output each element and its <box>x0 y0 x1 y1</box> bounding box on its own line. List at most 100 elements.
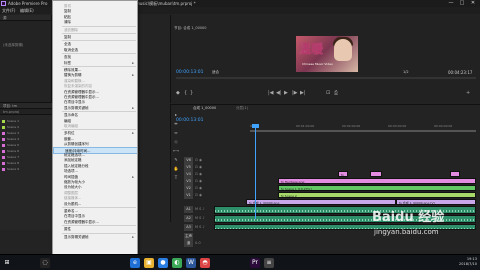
track-toggle-icons[interactable]: ⊡ ◉ <box>195 179 202 183</box>
transport-control-icon[interactable]: |◀ <box>268 90 274 96</box>
work-area-bar[interactable] <box>250 131 476 132</box>
transport-control-icon[interactable]: ◆ <box>176 90 180 96</box>
bin-item[interactable]: Scene 1 <box>2 119 50 124</box>
transport-control-icon[interactable]: ▶| <box>300 90 306 96</box>
transport-control-icon[interactable]: + <box>466 90 470 96</box>
track-toggle-icons[interactable]: M S ♪ <box>195 216 205 220</box>
timeline-tool-icon[interactable]: ⇹ <box>173 121 179 127</box>
bin-item[interactable]: Scene 5 <box>2 143 50 148</box>
program-scrub-bar[interactable] <box>176 77 476 79</box>
track-header[interactable]: V4 ⊡ ◉ <box>184 171 276 178</box>
track-toggle-icons[interactable]: M S ♪ <box>195 225 205 229</box>
fit-dropdown[interactable]: 适合 <box>212 70 219 75</box>
transport-control-icon[interactable]: ▶ <box>284 90 288 96</box>
menu-item-label: 渲染和替换... <box>64 78 85 83</box>
minimize-button[interactable]: — <box>446 0 456 7</box>
taskbar-app-icon[interactable]: W <box>186 258 196 268</box>
menu-item-label: 显示命名 <box>64 113 78 118</box>
program-monitor-tab[interactable]: 节目: 合成 1_00000 <box>174 26 207 31</box>
taskbar-app-icon[interactable]: ◐ <box>172 258 182 268</box>
taskbar-app-icon[interactable]: ◌ <box>40 258 50 268</box>
track-header[interactable]: A2 M S ♪ <box>184 215 214 222</box>
taskbar-app-icon[interactable]: ● <box>158 258 168 268</box>
timeline-tab-secondary[interactable]: 分层(1) <box>236 106 248 111</box>
track-header[interactable]: A3 M S ♪ <box>184 224 214 231</box>
taskbar-clock[interactable]: 19:13 2018/7/10 <box>441 257 477 267</box>
transport-control-icon[interactable]: ⎙ <box>334 90 338 96</box>
bin-item[interactable]: Scene 8 <box>2 161 50 166</box>
transport-control-icon[interactable]: |▶ <box>292 90 298 96</box>
menu-item-label: 设为帧大小 <box>64 185 82 190</box>
clip-v5-b[interactable] <box>370 171 382 177</box>
clip-v1-b[interactable]: fx 合成 1_00000.png [V] <box>396 199 476 205</box>
transport-control-icon[interactable]: { <box>184 90 187 96</box>
taskbar-app-icon[interactable]: ◓ <box>200 258 210 268</box>
track-toggle-icons[interactable]: ⊡ ◉ <box>195 165 202 169</box>
track-toggle-icons[interactable]: ⊡ ◉ <box>195 186 202 190</box>
timeline-tool-icon[interactable]: ✎ <box>173 157 179 163</box>
track-toggle-icons[interactable]: ⊡ ◉ <box>195 158 202 162</box>
menu-item-label: 编组 <box>64 118 71 123</box>
menu-item-label: 帧定格选项... <box>64 153 85 157</box>
menu-edit[interactable]: 编辑(E) <box>20 7 34 14</box>
timeline-tool-icon[interactable]: ⇔ <box>173 130 179 136</box>
timeline-tool-icon[interactable]: ◇ <box>173 139 179 145</box>
track-header[interactable]: V1 ⊡ ◉ <box>184 192 276 199</box>
track-header[interactable]: A1 M S ♪ <box>184 206 214 213</box>
track-header[interactable]: V2 ⊡ ◉ <box>184 185 276 192</box>
source-tab[interactable]: 源 <box>0 15 51 21</box>
menu-item-label: 缩放为帧大小 <box>64 180 85 184</box>
timeline-tool-icon[interactable]: ▸ <box>173 112 179 118</box>
timeline-tool-icon[interactable]: T <box>173 175 179 181</box>
project-search-field[interactable]: tm.prproj <box>0 109 52 115</box>
clip-v2[interactable]: fx Scene 2 <box>278 192 476 198</box>
program-timecode[interactable]: 00:00:13:01 <box>176 70 203 75</box>
track-id: V5 <box>184 164 193 171</box>
time-ruler[interactable]: 00:0000:01:00:0000:02:00:0000:03:00:0000… <box>250 124 476 131</box>
bin-item[interactable]: Scene 9 <box>2 167 50 172</box>
track-header[interactable]: V3 ⊡ ◉ <box>184 178 276 185</box>
menu-file[interactable]: 文件(F) <box>2 7 15 14</box>
bin-item[interactable]: Scene 2 <box>2 125 50 130</box>
track-header[interactable]: 主声道 0.0 <box>184 233 214 247</box>
bin-item[interactable]: Scene 4 <box>2 137 50 142</box>
taskbar-app-icon[interactable]: Pr <box>250 258 260 268</box>
track-toggle-icons[interactable]: ⊡ ◉ <box>195 193 202 197</box>
menu-item-label: 嵌套... <box>64 136 75 141</box>
bin-item[interactable]: Scene 3 <box>2 131 50 136</box>
bin-item[interactable]: Scene 7 <box>2 155 50 160</box>
timeline-tool-icon[interactable]: ⟷ <box>173 148 179 154</box>
track-toggle-icons[interactable]: 0.0 <box>195 241 201 245</box>
bin-color-swatch <box>2 125 5 129</box>
transport-control-icon[interactable]: } <box>190 90 193 96</box>
resolution-dropdown[interactable]: 1/2 <box>403 70 409 74</box>
taskbar-app-icon[interactable]: e <box>130 258 140 268</box>
bin-item[interactable]: Scene 6 <box>2 149 50 154</box>
track-header[interactable]: V6 ⊡ ◉ <box>184 157 276 164</box>
clip-v3[interactable]: fx Scene 1 [10.23%] <box>278 185 476 191</box>
submenu-arrow-icon: ▸ <box>132 234 134 239</box>
transport-control-icon[interactable]: ⊡ <box>326 90 330 96</box>
close-button[interactable]: ✕ <box>468 0 478 7</box>
menu-item-label: 场选项... <box>64 169 78 174</box>
bin-label: Scene 6 <box>7 149 20 153</box>
timeline-timecode[interactable]: 00:00:13:01 <box>176 118 203 123</box>
transport-control-icon[interactable]: ◀| <box>276 90 282 96</box>
timeline-tool-icon[interactable]: ✋ <box>173 166 179 172</box>
timeline-tab[interactable]: 合成 1_00000 <box>193 106 216 111</box>
taskbar-app-icon[interactable]: ⊞ <box>2 258 12 268</box>
playhead-line[interactable] <box>255 127 256 219</box>
track-toggle-icons[interactable]: ⊡ ◉ <box>195 172 202 176</box>
taskbar-app-icon[interactable]: ≡ <box>264 258 274 268</box>
clip-v5-a[interactable]: fx <box>338 171 348 177</box>
clip-v5-c[interactable] <box>450 171 460 177</box>
track-toggle-icons[interactable]: M S ♪ <box>195 207 205 211</box>
menu-item-label: 在资源管理器中显示... <box>64 219 99 224</box>
menu-item[interactable]: 显示剪辑关键帧 ▸ <box>53 234 137 241</box>
track-header[interactable]: V5 ⊡ ◉ <box>184 164 276 171</box>
clip-v1-a[interactable]: fx 合成 1_00000.png <box>246 199 396 205</box>
clip-v4[interactable]: fx Heritage.png <box>278 178 476 184</box>
maximize-button[interactable]: □ <box>457 0 467 7</box>
baidu-watermark: Baidu 经验 jingyan.baidu.com <box>372 206 476 246</box>
taskbar-app-icon[interactable]: ▣ <box>144 258 154 268</box>
